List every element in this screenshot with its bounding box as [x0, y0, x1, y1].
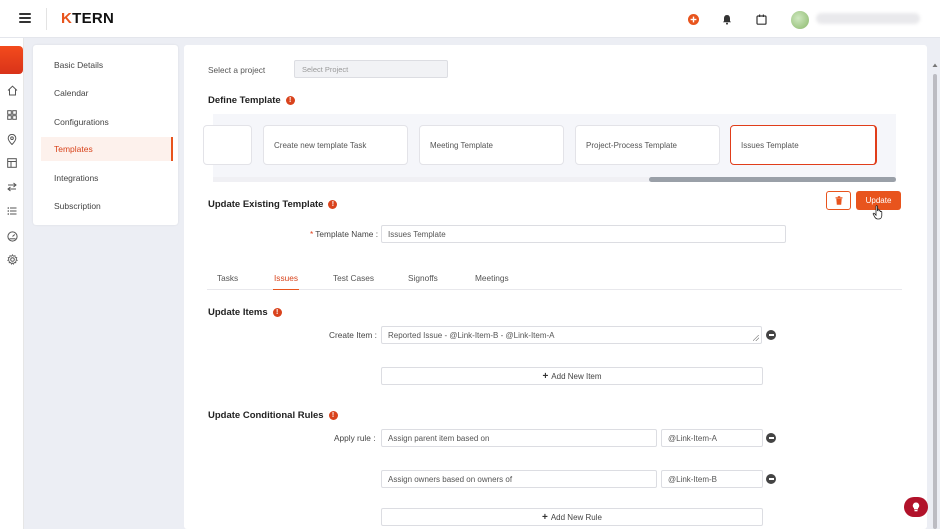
info-icon[interactable]: ! — [328, 200, 338, 209]
rule-link-input[interactable]: @Link-Item-B — [661, 470, 763, 488]
avatar[interactable] — [791, 11, 809, 29]
create-item-label: Create Item : — [329, 330, 377, 340]
template-carousel: Create new template Task Meeting Templat… — [203, 114, 896, 182]
templates-panel: Select a project Select Project Define T… — [184, 45, 927, 529]
tab-meetings[interactable]: Meetings — [475, 266, 509, 290]
template-name-value: Issues Template — [388, 229, 446, 239]
hand-cursor-icon — [872, 205, 884, 222]
gear-icon[interactable] — [6, 253, 18, 265]
template-tabs: Tasks Issues Test Cases Signoffs Meeting… — [207, 266, 902, 290]
lightbulb-icon — [912, 502, 920, 512]
trash-icon — [835, 196, 842, 205]
menu-item-configurations[interactable]: Configurations — [41, 110, 173, 134]
menu-item-templates[interactable]: Templates — [41, 137, 173, 161]
location-icon[interactable] — [6, 133, 18, 145]
menu-item-label: Subscription — [54, 201, 101, 211]
remove-rule-button[interactable] — [766, 433, 776, 443]
info-icon[interactable]: ! — [328, 411, 338, 420]
tab-signoffs[interactable]: Signoffs — [408, 266, 438, 290]
project-select-placeholder: Select Project — [302, 64, 349, 74]
update-items-heading: Update Items ! — [208, 307, 282, 318]
info-icon[interactable]: ! — [272, 308, 282, 317]
template-card-project-process[interactable]: Project-Process Template — [575, 125, 720, 165]
apply-rule-label: Apply rule : — [334, 433, 376, 443]
info-icon[interactable]: ! — [285, 96, 295, 105]
rule-link-value: @Link-Item-A — [668, 433, 718, 443]
divider — [46, 8, 47, 30]
remove-rule-button[interactable] — [766, 474, 776, 484]
menu-item-subscription[interactable]: Subscription — [41, 194, 173, 218]
add-new-item-label: Add New Item — [551, 371, 602, 381]
left-rail — [0, 38, 24, 529]
remove-item-button[interactable] — [766, 330, 776, 340]
page-scrollbar-thumb[interactable] — [933, 74, 937, 529]
update-existing-title: Update Existing Template — [208, 199, 324, 210]
update-items-title: Update Items — [208, 307, 268, 318]
gauge-icon[interactable] — [6, 230, 18, 242]
plus-icon: + — [542, 370, 549, 382]
rule-condition-input[interactable]: Assign owners based on owners of — [381, 470, 657, 488]
tab-issues[interactable]: Issues — [273, 266, 299, 290]
template-card-issues[interactable]: Issues Template — [730, 125, 877, 165]
menu-item-label: Configurations — [54, 117, 109, 127]
template-card-partial[interactable] — [203, 125, 252, 165]
template-card-label: Project-Process Template — [586, 140, 677, 150]
rule-condition-value: Assign parent item based on — [388, 433, 490, 443]
settings-menu: Basic Details Calendar Configurations Te… — [33, 45, 178, 225]
menu-item-label: Calendar — [54, 88, 89, 98]
template-card-label: Create new template Task — [274, 140, 367, 150]
top-bar: KTERN — [0, 0, 940, 38]
menu-item-calendar[interactable]: Calendar — [41, 81, 173, 105]
project-select[interactable]: Select Project — [294, 60, 448, 78]
rule-condition-input[interactable]: Assign parent item based on — [381, 429, 657, 447]
update-existing-heading: Update Existing Template ! — [208, 199, 338, 210]
template-card-label: Meeting Template — [430, 140, 493, 150]
resize-handle[interactable] — [753, 335, 759, 341]
help-button[interactable] — [904, 497, 928, 517]
menu-item-label: Templates — [54, 144, 93, 154]
plus-icon: + — [542, 511, 548, 523]
template-name-label: * Template Name : — [310, 229, 378, 239]
home-icon[interactable] — [6, 84, 18, 96]
rail-active-indicator[interactable] — [0, 46, 23, 74]
menu-item-integrations[interactable]: Integrations — [41, 166, 173, 190]
bell-icon[interactable] — [720, 12, 734, 26]
grid-icon[interactable] — [6, 109, 18, 121]
template-card-label: Issues Template — [741, 140, 799, 150]
transfer-icon[interactable] — [6, 181, 18, 193]
add-new-rule-label: Add New Rule — [550, 512, 602, 522]
app-logo[interactable]: KTERN — [61, 10, 114, 27]
menu-item-label: Integrations — [54, 173, 99, 183]
add-circle-icon[interactable] — [686, 12, 700, 26]
define-template-title: Define Template — [208, 95, 281, 106]
add-new-rule-button[interactable]: + Add New Rule — [381, 508, 763, 526]
tab-tasks[interactable]: Tasks — [217, 266, 238, 290]
template-card-meeting[interactable]: Meeting Template — [419, 125, 564, 165]
template-card-create-task[interactable]: Create new template Task — [263, 125, 408, 165]
menu-icon[interactable] — [19, 13, 31, 23]
list-icon[interactable] — [6, 205, 18, 217]
rule-link-value: @Link-Item-B — [668, 474, 718, 484]
project-label: Select a project — [208, 65, 266, 75]
tab-test-cases[interactable]: Test Cases — [333, 266, 374, 290]
board-icon[interactable] — [6, 157, 18, 169]
template-name-input[interactable]: Issues Template — [381, 225, 786, 243]
update-button-label: Update — [865, 196, 892, 205]
create-item-textarea[interactable]: Reported Issue - @Link-Item-B - @Link-It… — [381, 326, 762, 344]
user-name-redacted[interactable] — [816, 13, 920, 24]
menu-item-label: Basic Details — [54, 60, 104, 70]
page-scrollbar[interactable] — [932, 45, 938, 529]
carousel-scrollbar-thumb[interactable] — [649, 177, 896, 182]
menu-item-basic-details[interactable]: Basic Details — [41, 53, 173, 77]
conditional-rules-title: Update Conditional Rules — [208, 410, 324, 421]
conditional-rules-heading: Update Conditional Rules ! — [208, 410, 338, 421]
create-item-value: Reported Issue - @Link-Item-B - @Link-It… — [388, 330, 555, 340]
define-template-heading: Define Template ! — [208, 95, 295, 106]
add-new-item-button[interactable]: + Add New Item — [381, 367, 763, 385]
rule-condition-value: Assign owners based on owners of — [388, 474, 513, 484]
scroll-up-icon[interactable] — [932, 63, 938, 68]
rule-link-input[interactable]: @Link-Item-A — [661, 429, 763, 447]
delete-button[interactable] — [826, 191, 851, 210]
calendar-icon[interactable] — [754, 12, 768, 26]
